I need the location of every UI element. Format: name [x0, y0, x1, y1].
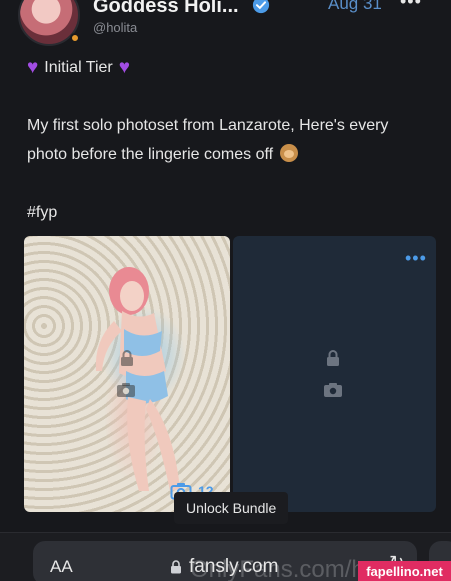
hashtag-link[interactable]: #fyp [27, 198, 57, 227]
purple-heart-icon: ♥ [27, 57, 39, 78]
camera-icon [117, 383, 135, 397]
watermark: OnlyFans.com/h [190, 556, 365, 581]
lock-icon [171, 560, 181, 574]
purple-heart-icon: ♥ [118, 57, 131, 78]
post-date[interactable]: Aug 31 [328, 0, 382, 14]
media-preview[interactable] [24, 236, 230, 512]
locked-media[interactable] [233, 236, 436, 512]
author-handle[interactable]: @holita [93, 20, 137, 35]
status-dot [70, 33, 80, 43]
lock-icon [121, 350, 133, 366]
author-name[interactable]: Goddess Holi... [93, 0, 239, 18]
lock-icon [327, 350, 339, 366]
camera-icon [324, 383, 342, 397]
post-body: My first solo photoset from Lanzarote, H… [27, 111, 432, 169]
post-card: Goddess Holi... @holita Aug 31 ••• ♥ Ini… [0, 0, 451, 540]
more-horizontal-icon[interactable]: ••• [400, 0, 422, 12]
verified-icon [252, 0, 270, 14]
see-no-evil-monkey-icon [279, 144, 298, 162]
tier-label: Initial Tier [44, 59, 113, 76]
text-size-button[interactable]: AA [50, 557, 73, 577]
more-dots-icon[interactable]: ••• [405, 248, 427, 269]
post-body-text: My first solo photoset from Lanzarote, H… [27, 117, 389, 163]
preview-photo [95, 267, 180, 491]
tier-line: ♥ Initial Tier ♥ [27, 53, 130, 82]
unlock-bundle-tooltip[interactable]: Unlock Bundle [174, 492, 289, 524]
site-badge: fapellino.net [358, 561, 451, 581]
